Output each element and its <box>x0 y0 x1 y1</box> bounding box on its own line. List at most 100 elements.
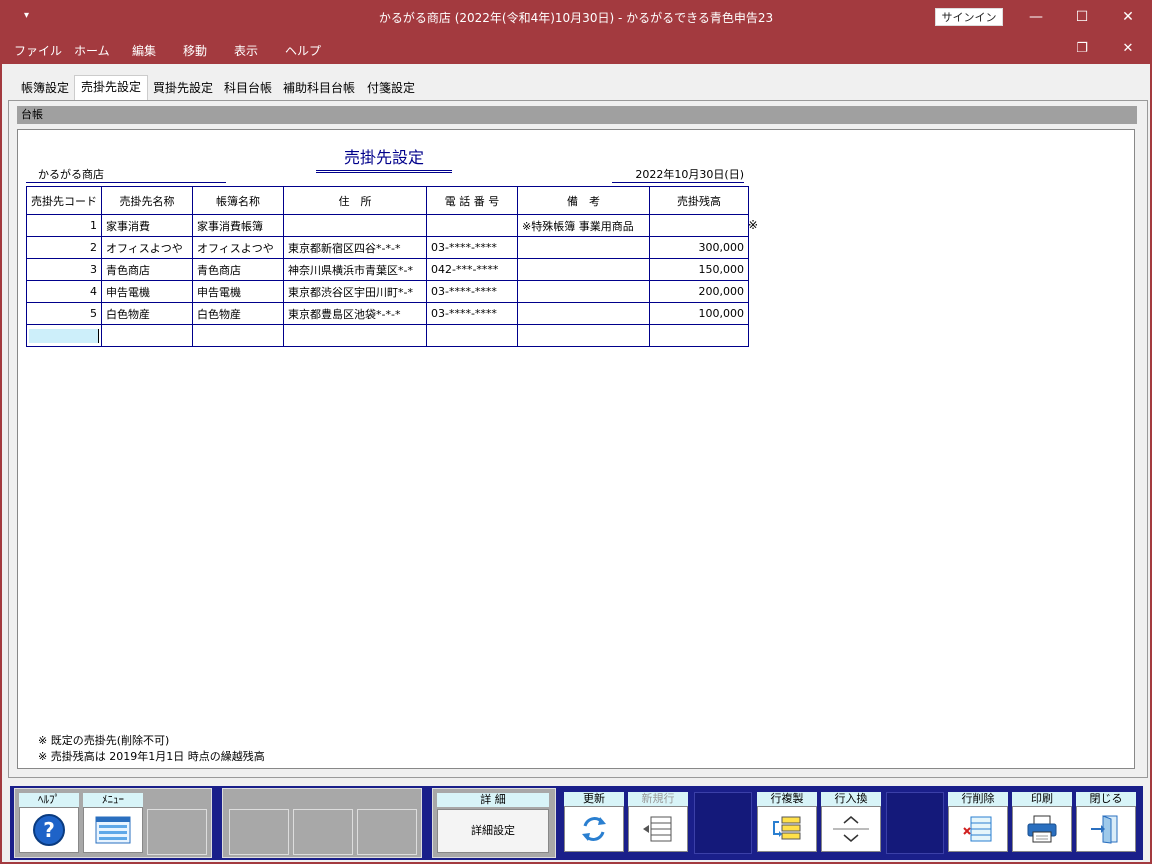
cell-name[interactable]: 申告電機 <box>101 280 193 303</box>
cell-phone[interactable]: 03-****-**** <box>426 236 518 259</box>
ledger-panel: 台帳 売掛先設定 かるがる商店 2022年10月30日(日) 売掛先コード 売掛… <box>8 100 1148 778</box>
menu-help[interactable]: ヘルプ <box>285 42 321 59</box>
menu-edit[interactable]: 編集 <box>132 42 156 59</box>
active-cell-cursor[interactable] <box>29 328 99 343</box>
table-row[interactable]: 2 オフィスよつや オフィスよつや 東京都新宿区四谷*-*-* 03-****-… <box>26 236 749 259</box>
cell-name[interactable]: オフィスよつや <box>101 236 193 259</box>
empty-key-1 <box>147 809 207 855</box>
cell-address[interactable]: 東京都新宿区四谷*-*-* <box>283 236 427 259</box>
cell-book[interactable]: 白色物産 <box>192 302 284 325</box>
minimize-button[interactable]: — <box>1013 0 1059 34</box>
close-doc-button[interactable]: ✕ <box>1105 34 1151 64</box>
print-key[interactable]: 印刷 <box>1012 792 1072 854</box>
delete-row-key[interactable]: 行削除 <box>948 792 1008 854</box>
menu-file[interactable]: ファイル <box>14 42 62 59</box>
cell-note[interactable] <box>517 258 650 281</box>
cell-book[interactable]: オフィスよつや <box>192 236 284 259</box>
help-icon[interactable]: ? <box>19 807 79 853</box>
cell-book[interactable]: 申告電機 <box>192 280 284 303</box>
cell-balance[interactable]: 300,000 <box>649 236 749 259</box>
cell-name[interactable]: 家事消費 <box>101 214 193 237</box>
cell-balance[interactable]: 150,000 <box>649 258 749 281</box>
maximize-button[interactable]: ☐ <box>1059 0 1105 34</box>
close-key[interactable]: 閉じる <box>1076 792 1136 854</box>
cell-phone[interactable]: 03-****-**** <box>426 280 518 303</box>
cell-address[interactable]: 神奈川県横浜市青葉区*-* <box>283 258 427 281</box>
sheet: 売掛先設定 かるがる商店 2022年10月30日(日) 売掛先コード 売掛先名称… <box>17 129 1135 769</box>
cell-note[interactable] <box>517 302 650 325</box>
close-window-button[interactable]: ✕ <box>1105 0 1151 34</box>
special-mark: ※ <box>748 218 759 232</box>
copy-row-icon[interactable] <box>757 806 817 852</box>
swap-row-icon[interactable] <box>821 806 881 852</box>
cell-code[interactable]: 1 <box>26 214 102 237</box>
tab-book-settings[interactable]: 帳簿設定 <box>16 77 74 99</box>
tab-sticky-settings[interactable]: 付箋設定 <box>362 77 420 99</box>
new-entry-row[interactable] <box>26 324 749 347</box>
swap-row-key[interactable]: 行入換 <box>821 792 881 854</box>
copy-row-key-label: 行複製 <box>757 792 817 806</box>
new-phone-cell[interactable] <box>426 324 518 347</box>
new-name-cell[interactable] <box>101 324 193 347</box>
cell-code[interactable]: 5 <box>26 302 102 325</box>
delete-row-icon[interactable] <box>948 806 1008 852</box>
exit-door-icon[interactable] <box>1076 806 1136 852</box>
cell-note[interactable]: ※特殊帳簿 事業用商品 <box>517 214 650 237</box>
menu-home[interactable]: ホーム <box>74 42 110 59</box>
new-book-cell[interactable] <box>192 324 284 347</box>
cell-code[interactable]: 3 <box>26 258 102 281</box>
cell-phone[interactable] <box>426 214 518 237</box>
tab-sub-account-ledger[interactable]: 補助科目台帳 <box>278 77 360 99</box>
detail-label: 詳 細 <box>437 793 549 807</box>
new-address-cell[interactable] <box>283 324 427 347</box>
detail-settings-button[interactable]: 詳細設定 <box>437 809 549 853</box>
menu-bar: ファイル ホーム 編集 移動 表示 ヘルプ <box>0 34 1152 64</box>
new-row-icon <box>628 806 688 852</box>
group-detail: 詳 細 詳細設定 <box>432 788 556 858</box>
cell-address[interactable] <box>283 214 427 237</box>
new-balance-cell[interactable] <box>649 324 749 347</box>
help-key[interactable]: ﾍﾙﾌﾟ ? <box>19 793 79 855</box>
cell-note[interactable] <box>517 236 650 259</box>
cell-balance[interactable]: 100,000 <box>649 302 749 325</box>
tab-account-ledger[interactable]: 科目台帳 <box>220 77 276 99</box>
cell-code[interactable]: 4 <box>26 280 102 303</box>
new-code-cell[interactable] <box>26 324 102 347</box>
cell-book[interactable]: 家事消費帳簿 <box>192 214 284 237</box>
restore-doc-button[interactable]: ❐ <box>1059 34 1105 64</box>
help-key-label: ﾍﾙﾌﾟ <box>19 793 79 807</box>
new-note-cell[interactable] <box>517 324 650 347</box>
empty-key-4 <box>357 809 417 855</box>
cell-phone[interactable]: 03-****-**** <box>426 302 518 325</box>
cell-balance[interactable] <box>649 214 749 237</box>
table-row[interactable]: 4 申告電機 申告電機 東京都渋谷区宇田川町*-* 03-****-**** 2… <box>26 280 749 303</box>
cell-name[interactable]: 白色物産 <box>101 302 193 325</box>
cell-name[interactable]: 青色商店 <box>101 258 193 281</box>
printer-icon[interactable] <box>1012 806 1072 852</box>
note-balance: ※ 売掛残高は 2019年1月1日 時点の繰越残高 <box>38 750 265 763</box>
menu-view[interactable]: 表示 <box>234 42 258 59</box>
sheet-date: 2022年10月30日(日) <box>612 166 744 183</box>
table-row[interactable]: 5 白色物産 白色物産 東京都豊島区池袋*-*-* 03-****-**** 1… <box>26 302 749 325</box>
cell-address[interactable]: 東京都渋谷区宇田川町*-* <box>283 280 427 303</box>
cell-address[interactable]: 東京都豊島区池袋*-*-* <box>283 302 427 325</box>
note-default: ※ 既定の売掛先(削除不可) <box>38 734 170 747</box>
menu-icon[interactable] <box>83 807 143 853</box>
table-row[interactable]: 3 青色商店 青色商店 神奈川県横浜市青葉区*-* 042-***-**** 1… <box>26 258 749 281</box>
menu-key[interactable]: ﾒﾆｭｰ <box>83 793 143 855</box>
cell-book[interactable]: 青色商店 <box>192 258 284 281</box>
refresh-icon[interactable] <box>564 806 624 852</box>
cell-note[interactable] <box>517 280 650 303</box>
new-row-key-label: 新規行 <box>628 792 688 806</box>
table-row[interactable]: 1 家事消費 家事消費帳簿 ※特殊帳簿 事業用商品 <box>26 214 749 237</box>
copy-row-key[interactable]: 行複製 <box>757 792 817 854</box>
menu-move[interactable]: 移動 <box>183 42 207 59</box>
col-note-header: 備 考 <box>517 186 650 215</box>
cell-balance[interactable]: 200,000 <box>649 280 749 303</box>
update-key[interactable]: 更新 <box>564 792 624 854</box>
cell-phone[interactable]: 042-***-**** <box>426 258 518 281</box>
tab-payable-settings[interactable]: 買掛先設定 <box>148 77 218 99</box>
cell-code[interactable]: 2 <box>26 236 102 259</box>
tab-receivable-settings[interactable]: 売掛先設定 <box>74 75 148 100</box>
signin-button[interactable]: サインイン <box>935 8 1003 26</box>
